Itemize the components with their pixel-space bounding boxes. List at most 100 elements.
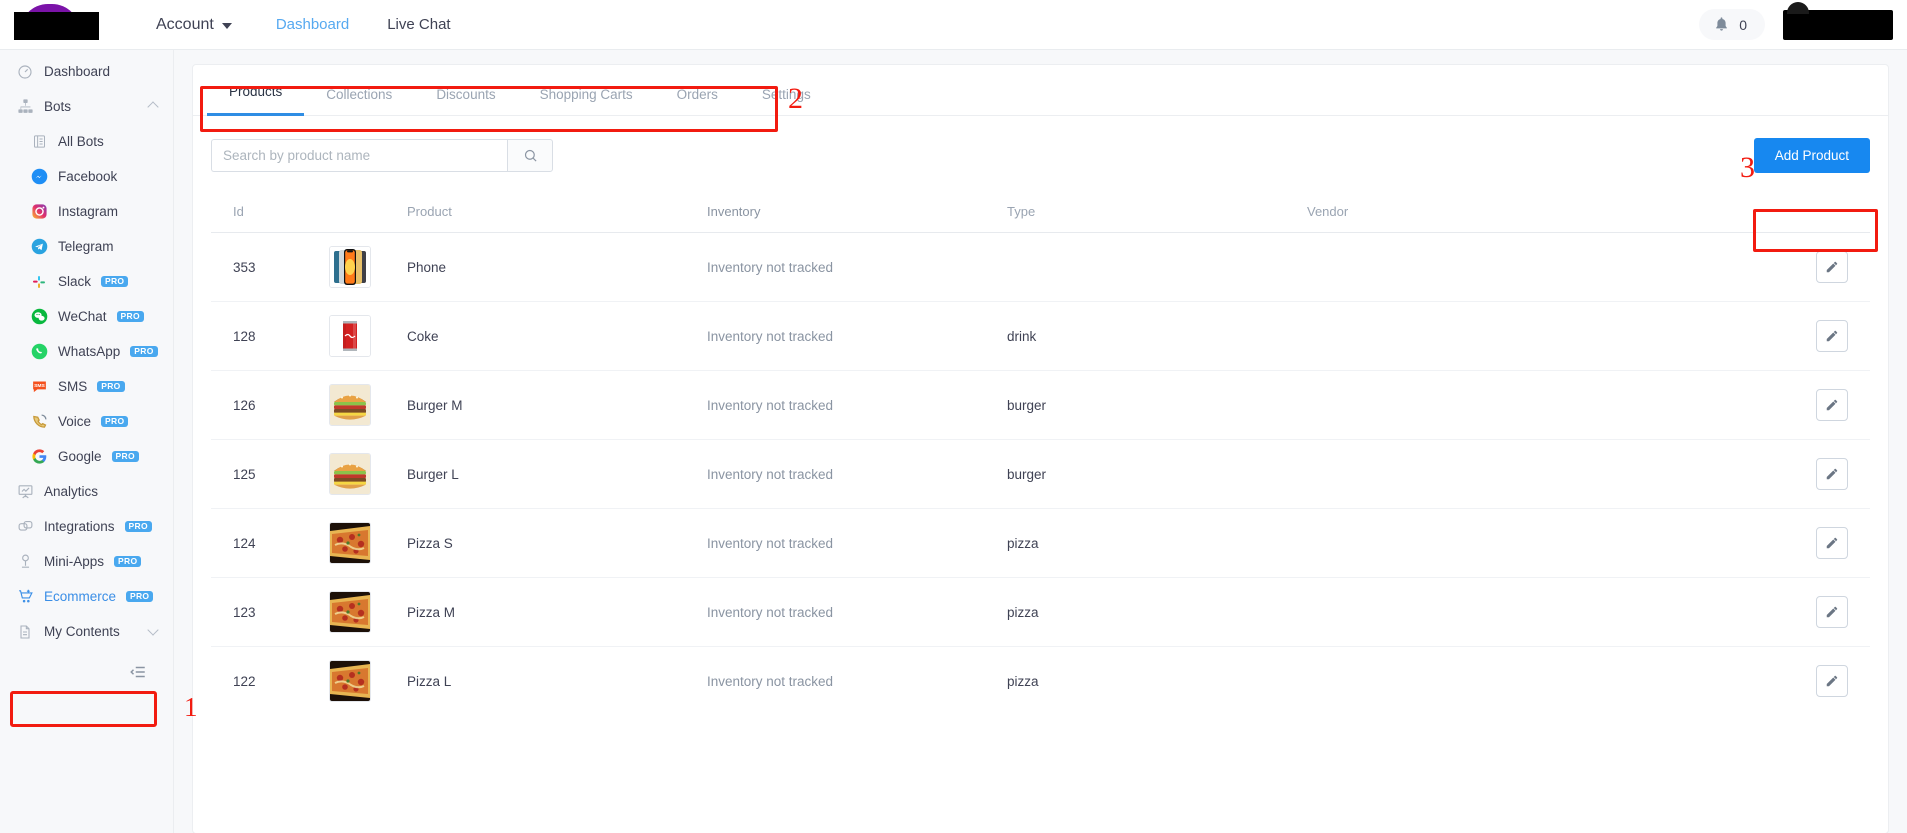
- chevron-down-icon[interactable]: [147, 623, 159, 636]
- tab-products[interactable]: Products: [207, 84, 305, 116]
- search-button[interactable]: [507, 139, 553, 172]
- edit-product-button[interactable]: [1816, 251, 1848, 283]
- edit-product-button[interactable]: [1816, 320, 1848, 352]
- sidebar-item-sms[interactable]: SMS SMS PRO: [0, 369, 173, 404]
- collapse-sidebar-icon[interactable]: [129, 663, 147, 681]
- table-row[interactable]: 122 Pizza L Inventory not tracked pizza: [211, 647, 1870, 716]
- tab-settings[interactable]: Settings: [740, 87, 833, 116]
- edit-product-button[interactable]: [1816, 389, 1848, 421]
- cell-id: 128: [211, 301, 329, 371]
- sidebar-item-analytics[interactable]: Analytics: [0, 474, 173, 509]
- cell-inventory: Inventory not tracked: [707, 232, 1007, 302]
- column-header-actions: [1607, 191, 1870, 233]
- table-row[interactable]: 124 Pizza S Inventory not tracked pizza: [211, 508, 1870, 578]
- cell-product-name: Phone: [407, 232, 707, 302]
- column-header-inventory[interactable]: Inventory: [707, 191, 1007, 233]
- table-row[interactable]: 353 Phone Inventory not tracked: [211, 232, 1870, 302]
- sidebar-item-instagram[interactable]: Instagram: [0, 194, 173, 229]
- product-thumbnail-phone-thumb: [329, 246, 371, 288]
- products-table-body: 353 Phone Inventory not tracked 128 Coke…: [211, 232, 1870, 716]
- pencil-icon: [1825, 674, 1839, 688]
- edit-product-button[interactable]: [1816, 458, 1848, 490]
- product-thumbnail-pizza-thumb: [329, 660, 371, 702]
- cell-type: [1007, 232, 1307, 302]
- account-dropdown[interactable]: Account: [156, 16, 232, 34]
- column-header-id[interactable]: Id: [211, 191, 329, 233]
- pencil-icon: [1825, 260, 1839, 274]
- notifications-button[interactable]: 0: [1699, 9, 1765, 40]
- sidebar-item-telegram[interactable]: Telegram: [0, 229, 173, 264]
- edit-product-button[interactable]: [1816, 665, 1848, 697]
- sidebar-label: Mini-Apps: [44, 554, 105, 569]
- nav-link-live-chat[interactable]: Live Chat: [387, 16, 450, 33]
- products-table: Id Product Inventory Type Vendor 353 Pho…: [211, 191, 1870, 715]
- add-product-button[interactable]: Add Product: [1753, 138, 1870, 173]
- pro-badge: PRO: [116, 310, 144, 323]
- edit-product-button[interactable]: [1816, 527, 1848, 559]
- account-dropdown-label: Account: [156, 15, 214, 33]
- notification-count: 0: [1739, 16, 1747, 33]
- sidebar-item-my-contents[interactable]: My Contents: [0, 614, 173, 649]
- svg-text:SMS: SMS: [34, 383, 45, 389]
- cell-product-name: Burger L: [407, 439, 707, 509]
- tab-discounts[interactable]: Discounts: [414, 87, 517, 116]
- messenger-icon: [30, 168, 48, 186]
- tab-shopping-carts[interactable]: Shopping Carts: [518, 87, 655, 116]
- table-row[interactable]: 128 Coke Inventory not tracked drink: [211, 301, 1870, 371]
- table-row[interactable]: 123 Pizza M Inventory not tracked pizza: [211, 577, 1870, 647]
- brand-logo-redaction: [14, 11, 99, 40]
- sidebar-item-google[interactable]: Google PRO: [0, 439, 173, 474]
- application-window: Account Dashboard Live Chat 0 Dashboard …: [0, 0, 1907, 833]
- cell-inventory: Inventory not tracked: [707, 370, 1007, 440]
- link-icon: [16, 518, 34, 536]
- column-header-vendor[interactable]: Vendor: [1307, 191, 1607, 233]
- sidebar-item-dashboard[interactable]: Dashboard: [0, 54, 173, 89]
- sidebar-item-all-bots[interactable]: All Bots: [0, 124, 173, 159]
- top-header-bar: Account Dashboard Live Chat 0: [0, 0, 1907, 50]
- nav-link-dashboard[interactable]: Dashboard: [276, 16, 349, 33]
- sidebar-item-whatsapp[interactable]: WhatsApp PRO: [0, 334, 173, 369]
- sidebar-item-facebook[interactable]: Facebook: [0, 159, 173, 194]
- cell-type: pizza: [1007, 673, 1039, 689]
- sidebar-label: Analytics: [44, 484, 99, 499]
- cell-product-name: Burger M: [407, 370, 707, 440]
- brand-logo-area[interactable]: [0, 0, 150, 50]
- sidebar-item-slack[interactable]: Slack PRO: [0, 264, 173, 299]
- chevron-up-icon[interactable]: [147, 100, 159, 113]
- annotation-number-2: 2: [788, 82, 803, 115]
- user-avatar-redaction[interactable]: [1783, 9, 1893, 40]
- column-header-product[interactable]: Product: [407, 191, 707, 233]
- cell-product-name: Pizza S: [407, 508, 707, 578]
- sidebar-item-integrations[interactable]: Integrations PRO: [0, 509, 173, 544]
- sidebar-item-voice[interactable]: Voice PRO: [0, 404, 173, 439]
- column-header-type[interactable]: Type: [1007, 191, 1307, 233]
- search-group: [211, 139, 553, 172]
- cell-vendor: [1307, 232, 1607, 302]
- sidebar-item-ecommerce[interactable]: Ecommerce PRO: [0, 579, 173, 614]
- search-input[interactable]: [211, 139, 507, 172]
- table-row[interactable]: 125 Burger L Inventory not tracked burge…: [211, 439, 1870, 509]
- speedometer-icon: [16, 63, 34, 81]
- cell-type: burger: [1007, 370, 1307, 440]
- pro-badge: PRO: [101, 415, 129, 428]
- sidebar-item-mini-apps[interactable]: Mini-Apps PRO: [0, 544, 173, 579]
- sidebar-item-wechat[interactable]: WeChat PRO: [0, 299, 173, 334]
- cell-id: 126: [211, 370, 329, 440]
- telegram-icon: [30, 238, 48, 256]
- cell-inventory: Inventory not tracked: [707, 439, 1007, 509]
- pencil-icon: [1825, 536, 1839, 550]
- cell-product-name: Pizza M: [407, 577, 707, 647]
- document-icon: [16, 623, 34, 641]
- cell-id: 122: [233, 673, 256, 689]
- cell-id: 123: [211, 577, 329, 647]
- table-row[interactable]: 126 Burger M Inventory not tracked burge…: [211, 370, 1870, 440]
- tab-collections[interactable]: Collections: [304, 87, 414, 116]
- avatar-redaction-top: [1787, 2, 1809, 14]
- wechat-icon: [30, 308, 48, 326]
- sidebar-item-bots[interactable]: Bots: [0, 89, 173, 124]
- list-icon: [30, 133, 48, 151]
- pro-badge: PRO: [126, 590, 154, 603]
- edit-product-button[interactable]: [1816, 596, 1848, 628]
- tab-orders[interactable]: Orders: [655, 87, 740, 116]
- cell-id: 125: [211, 439, 329, 509]
